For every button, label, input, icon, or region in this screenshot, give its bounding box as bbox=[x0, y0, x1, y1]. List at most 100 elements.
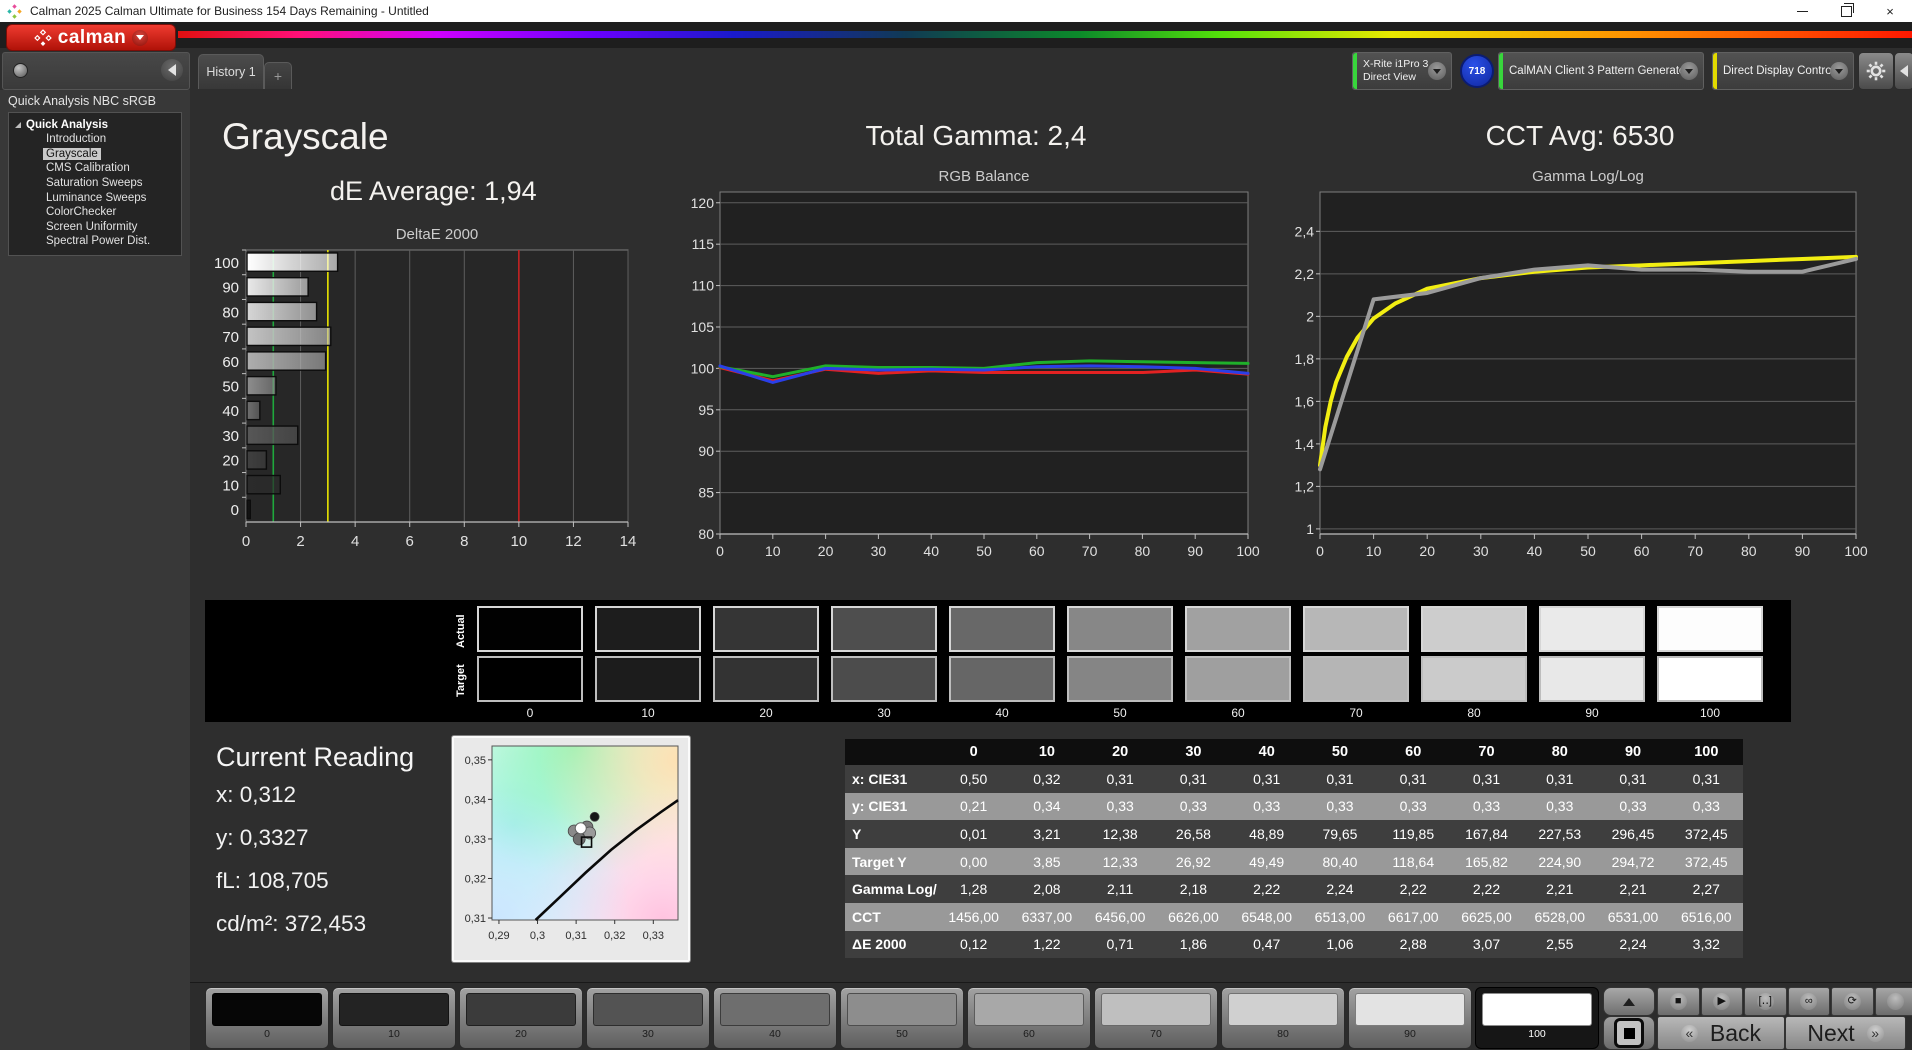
sidebar-item-colorchecker[interactable]: ColorChecker bbox=[43, 205, 181, 220]
meter-badge[interactable]: 718 bbox=[1460, 54, 1494, 88]
table-cell: 0,33 bbox=[1303, 793, 1376, 821]
actual-swatch bbox=[1303, 606, 1409, 652]
settings-button[interactable] bbox=[1858, 52, 1894, 90]
table-column-header: 80 bbox=[1523, 739, 1596, 765]
restore-button[interactable] bbox=[1824, 0, 1868, 22]
add-tab-button[interactable]: + bbox=[264, 62, 292, 89]
svg-text:80: 80 bbox=[698, 526, 714, 542]
table-column-header: 50 bbox=[1303, 739, 1376, 765]
svg-text:0,32: 0,32 bbox=[465, 873, 486, 885]
svg-text:30: 30 bbox=[222, 428, 239, 445]
display-control-dropdown[interactable]: Direct Display Control bbox=[1712, 52, 1854, 90]
next-button[interactable]: Next » bbox=[1785, 1016, 1906, 1050]
svg-text:0,3: 0,3 bbox=[530, 930, 545, 942]
pattern-window-button[interactable]: [‥] bbox=[1744, 987, 1787, 1016]
svg-text:20: 20 bbox=[1419, 543, 1435, 559]
pattern-patch-90[interactable]: 90 bbox=[1348, 987, 1472, 1049]
pattern-patch-100[interactable]: 100 bbox=[1475, 987, 1599, 1049]
sidebar-item-grayscale[interactable]: Grayscale bbox=[43, 147, 181, 162]
patch-swatch bbox=[466, 993, 576, 1026]
sidebar-item-cms-calibration[interactable]: CMS Calibration bbox=[43, 161, 181, 176]
target-swatch bbox=[1657, 656, 1763, 702]
pattern-patch-80[interactable]: 80 bbox=[1221, 987, 1345, 1049]
svg-text:0,32: 0,32 bbox=[604, 930, 625, 942]
play-button[interactable]: ▶ bbox=[1701, 987, 1744, 1016]
table-cell: 0,31 bbox=[1230, 765, 1303, 793]
current-reading-values: x: 0,312y: 0,3327fL: 108,705cd/m²: 372,4… bbox=[216, 773, 414, 945]
pattern-patch-50[interactable]: 50 bbox=[840, 987, 964, 1049]
table-row-label: Gamma Log/Log bbox=[845, 875, 937, 903]
table-column-header: 0 bbox=[937, 739, 1010, 765]
table-cell: 118,64 bbox=[1377, 848, 1450, 876]
svg-text:50: 50 bbox=[1580, 543, 1596, 559]
chevron-down-icon bbox=[1428, 62, 1446, 80]
actual-swatch bbox=[1539, 606, 1645, 652]
table-cell: 2,55 bbox=[1523, 931, 1596, 959]
rainbow-strip bbox=[178, 31, 1912, 38]
blank-icon bbox=[1887, 993, 1904, 1010]
pattern-generator-dropdown[interactable]: CalMAN Client 3 Pattern Generator bbox=[1498, 52, 1704, 90]
grayscale-swatch-strip: Actual Target 0102030405060708090100 bbox=[205, 600, 1791, 722]
table-cell: 6626,00 bbox=[1157, 903, 1230, 931]
tree-items: IntroductionGrayscaleCMS CalibrationSatu… bbox=[15, 132, 181, 249]
pattern-window-button[interactable] bbox=[1603, 1016, 1655, 1050]
workflow-collapse-button[interactable] bbox=[1894, 52, 1912, 90]
table-cell: 6337,00 bbox=[1010, 903, 1083, 931]
svg-text:40: 40 bbox=[923, 543, 939, 559]
continuous-read-button[interactable]: ∞ bbox=[1788, 987, 1831, 1016]
close-button[interactable]: × bbox=[1868, 0, 1912, 22]
logo-menu-caret-icon[interactable] bbox=[132, 30, 148, 46]
patch-label: 40 bbox=[714, 1028, 836, 1040]
pattern-patch-10[interactable]: 10 bbox=[332, 987, 456, 1049]
panel-expand-button[interactable] bbox=[1603, 987, 1655, 1016]
back-button[interactable]: « Back bbox=[1657, 1016, 1785, 1050]
brand-bar: calman bbox=[0, 22, 1912, 48]
play-icon: ▶ bbox=[1713, 993, 1730, 1010]
svg-text:80: 80 bbox=[1741, 543, 1757, 559]
pattern-patch-70[interactable]: 70 bbox=[1094, 987, 1218, 1049]
refresh-icon: ⟳ bbox=[1844, 993, 1861, 1010]
tree-root-label: Quick Analysis bbox=[26, 119, 108, 131]
sidebar-item-spectral-power-dist-[interactable]: Spectral Power Dist. bbox=[43, 234, 181, 249]
pattern-patch-20[interactable]: 20 bbox=[459, 987, 583, 1049]
table-cell: 49,49 bbox=[1230, 848, 1303, 876]
table-cell: 2,22 bbox=[1377, 875, 1450, 903]
svg-text:RGB Balance: RGB Balance bbox=[939, 168, 1030, 185]
actual-swatch bbox=[1421, 606, 1527, 652]
svg-text:4: 4 bbox=[351, 533, 359, 550]
calman-logo-button[interactable]: calman bbox=[6, 24, 176, 51]
chevron-down-icon bbox=[1830, 62, 1848, 80]
tree-root-quick-analysis[interactable]: Quick Analysis bbox=[15, 117, 181, 132]
workflow-tree: Quick Analysis IntroductionGrayscaleCMS … bbox=[8, 112, 182, 256]
svg-text:20: 20 bbox=[222, 453, 239, 470]
pattern-patch-60[interactable]: 60 bbox=[967, 987, 1091, 1049]
table-cell: 227,53 bbox=[1523, 820, 1596, 848]
transport-controls: ■ ▶ [‥] ∞ ⟳ bbox=[1657, 987, 1912, 1016]
table-column-header: 20 bbox=[1084, 739, 1157, 765]
svg-text:105: 105 bbox=[691, 319, 715, 335]
svg-text:70: 70 bbox=[1687, 543, 1703, 559]
table-cell: 0,21 bbox=[937, 793, 1010, 821]
stop-button[interactable]: ■ bbox=[1657, 987, 1700, 1016]
table-cell: 0,12 bbox=[937, 931, 1010, 959]
blank-button[interactable] bbox=[1875, 987, 1912, 1016]
tab-history-1[interactable]: History 1 bbox=[198, 54, 264, 89]
pattern-patch-40[interactable]: 40 bbox=[713, 987, 837, 1049]
swatch-column-label: 10 bbox=[595, 706, 701, 722]
continuous-read-icon: ∞ bbox=[1800, 993, 1817, 1010]
table-cell: 0,47 bbox=[1230, 931, 1303, 959]
pattern-patch-0[interactable]: 0 bbox=[205, 987, 329, 1049]
sidebar-item-screen-uniformity[interactable]: Screen Uniformity bbox=[43, 220, 181, 235]
refresh-button[interactable]: ⟳ bbox=[1831, 987, 1874, 1016]
meter-dropdown[interactable]: X-Rite i1Pro 3 Direct View bbox=[1352, 52, 1452, 90]
svg-text:0,31: 0,31 bbox=[565, 930, 586, 942]
pattern-patch-30[interactable]: 30 bbox=[586, 987, 710, 1049]
actual-row-label: Actual bbox=[455, 608, 469, 654]
sidebar-item-luminance-sweeps[interactable]: Luminance Sweeps bbox=[43, 190, 181, 205]
sidebar-item-introduction[interactable]: Introduction bbox=[43, 132, 181, 147]
sidebar-item-saturation-sweeps[interactable]: Saturation Sweeps bbox=[43, 176, 181, 191]
status-led-icon bbox=[13, 63, 28, 78]
minimize-button[interactable] bbox=[1780, 0, 1824, 22]
sidebar-collapse-button[interactable] bbox=[161, 59, 183, 81]
table-cell: 0,31 bbox=[1157, 765, 1230, 793]
